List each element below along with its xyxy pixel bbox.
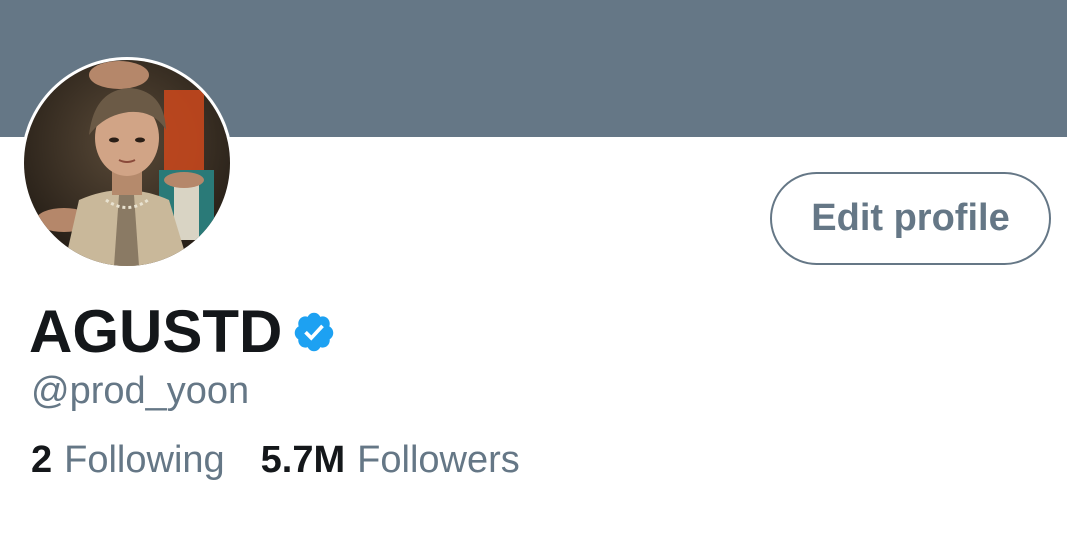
profile-stats: 2 Following 5.7M Followers — [31, 434, 520, 486]
profile-handle: @prod_yoon — [31, 370, 250, 412]
verified-badge-icon — [292, 310, 336, 354]
followers-count: 5.7M — [260, 439, 346, 481]
profile-avatar[interactable] — [21, 57, 233, 269]
display-name: AGUSTD — [29, 298, 283, 365]
following-label: Following — [64, 439, 225, 481]
following-stat[interactable]: 2 Following — [31, 434, 225, 486]
name-row: AGUSTD — [29, 297, 336, 367]
avatar-image — [24, 60, 230, 266]
followers-stat[interactable]: 5.7M Followers — [261, 434, 520, 486]
followers-label: Followers — [357, 439, 520, 481]
following-count: 2 — [31, 439, 53, 481]
profile-page: Edit profile AGUSTD @prod_yoon 2 Followi… — [0, 0, 1067, 542]
edit-profile-button[interactable]: Edit profile — [770, 172, 1051, 265]
